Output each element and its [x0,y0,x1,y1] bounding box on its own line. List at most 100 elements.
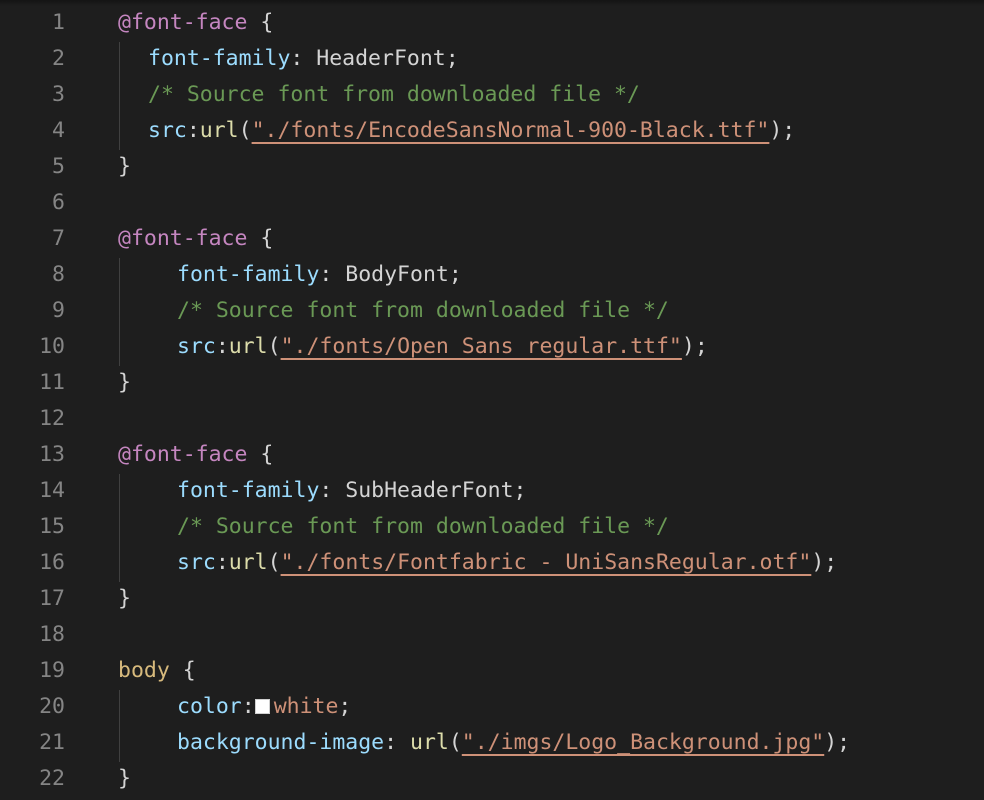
code-token: : [384,730,410,755]
code-line[interactable]: 10 src:url("./fonts/Open Sans regular.ttf… [0,329,984,365]
code-token: src [148,118,187,143]
indent-guide [119,42,120,150]
code-text: @font-face { [118,437,273,473]
code-token: background-image [177,730,385,755]
code-line[interactable]: 14 font-family: SubHeaderFont; [0,473,984,509]
code-text: color: white; [177,689,351,725]
code-token: color [177,694,242,719]
code-line[interactable]: 11} [0,365,984,401]
code-token: ; [338,694,352,719]
code-token: src [177,550,216,575]
code-token: : [186,118,200,143]
color-swatch-icon[interactable] [254,699,270,714]
code-line[interactable]: 16 src:url("./fonts/Fontfabric - UniSansR… [0,545,984,581]
line-number: 4 [52,118,65,143]
code-token: ( [448,730,462,755]
code-line[interactable]: 17} [0,581,984,617]
code-token: /* Source font from downloaded file */ [177,298,669,323]
line-number: 12 [39,406,65,431]
code-token: ); [824,730,851,755]
code-token: body [118,658,170,683]
code-text: } [118,149,131,185]
code-line[interactable]: 19 body { [0,653,984,689]
code-text: body { [118,653,196,689]
code-token: } [118,370,131,395]
code-text: background-image: url("./imgs/Logo_Backg… [177,725,850,761]
code-editor[interactable]: 1 @font-face {2 font-family: HeaderFont; 3/… [0,0,984,800]
line-number: 20 [39,694,65,719]
code-token: "./fonts/EncodeSansNormal-900-Black.ttf" [251,118,770,143]
line-number: 9 [52,298,65,323]
code-line[interactable]: 7 @font-face { [0,221,984,257]
code-token: : BodyFont; [319,262,462,287]
code-token: ); [811,550,838,575]
line-number: 5 [52,154,65,179]
line-number: 19 [39,658,65,683]
code-token: { [247,442,274,467]
line-number: 7 [52,226,65,251]
code-token: { [247,10,274,35]
code-token: font-family [177,478,320,503]
code-line[interactable]: 9 /* Source font from downloaded file */ [0,293,984,329]
line-number: 15 [39,514,65,539]
code-line[interactable]: 8 font-family: BodyFont; [0,257,984,293]
code-text: @font-face { [118,5,273,41]
code-token: url [199,118,239,143]
code-line[interactable]: 6 [0,185,984,221]
line-number: 18 [39,622,65,647]
line-number: 10 [39,334,65,359]
code-line[interactable]: 3 /* Source font from downloaded file */ [0,77,984,113]
code-line[interactable]: 22} [0,761,984,797]
code-text: } [118,761,131,797]
code-token: ( [238,118,252,143]
code-token: : SubHeaderFont; [319,478,527,503]
line-number: 3 [52,82,65,107]
code-line[interactable]: 13 @font-face { [0,437,984,473]
code-line[interactable]: 1 @font-face { [0,5,984,41]
indent-guide [119,474,120,582]
line-number: 16 [39,550,65,575]
code-text: font-family: SubHeaderFont; [177,473,527,509]
line-number: 6 [52,190,65,215]
code-text: src:url("./fonts/EncodeSansNormal-900-Bl… [148,113,795,149]
code-token: @font-face [118,442,248,467]
code-line[interactable]: 12 [0,401,984,437]
code-text: font-family: BodyFont; [177,257,462,293]
code-token: ( [267,550,281,575]
code-token: font-family [148,46,291,71]
code-text: @font-face { [118,221,273,257]
line-number: 22 [39,766,65,791]
code-line[interactable]: 21 background-image: url("./imgs/Logo_Bac… [0,725,984,761]
code-token: } [118,586,131,611]
code-line[interactable]: 2 font-family: HeaderFont; [0,41,984,77]
code-token: ); [769,118,796,143]
code-line[interactable]: 20 color: white; [0,689,984,725]
line-number: 17 [39,586,65,611]
code-token: : [215,334,229,359]
code-token: { [169,658,196,683]
code-line[interactable]: 5} [0,149,984,185]
code-token: /* Source font from downloaded file */ [148,82,640,107]
code-text: src:url("./fonts/Fontfabric - UniSansReg… [177,545,837,581]
code-token: url [228,550,268,575]
code-text: /* Source font from downloaded file */ [148,77,640,113]
line-number: 14 [39,478,65,503]
code-line[interactable]: 18 [0,617,984,653]
code-token: @font-face [118,226,248,251]
code-token: white [273,694,339,719]
code-token: /* Source font from downloaded file */ [177,514,669,539]
code-token: font-family [177,262,320,287]
line-number: 13 [39,442,65,467]
line-number: 21 [39,730,65,755]
code-line[interactable]: 15 /* Source font from downloaded file */ [0,509,984,545]
code-token: ); [681,334,708,359]
code-token: : HeaderFont; [290,46,459,71]
code-token: } [118,154,131,179]
line-number: 11 [39,370,65,395]
indent-guide [119,690,120,762]
line-number: 2 [52,46,65,71]
code-text: /* Source font from downloaded file */ [177,293,669,329]
code-line[interactable]: 4 src:url("./fonts/EncodeSansNormal-900-B… [0,113,984,149]
code-text: } [118,581,131,617]
code-token: url [228,334,268,359]
